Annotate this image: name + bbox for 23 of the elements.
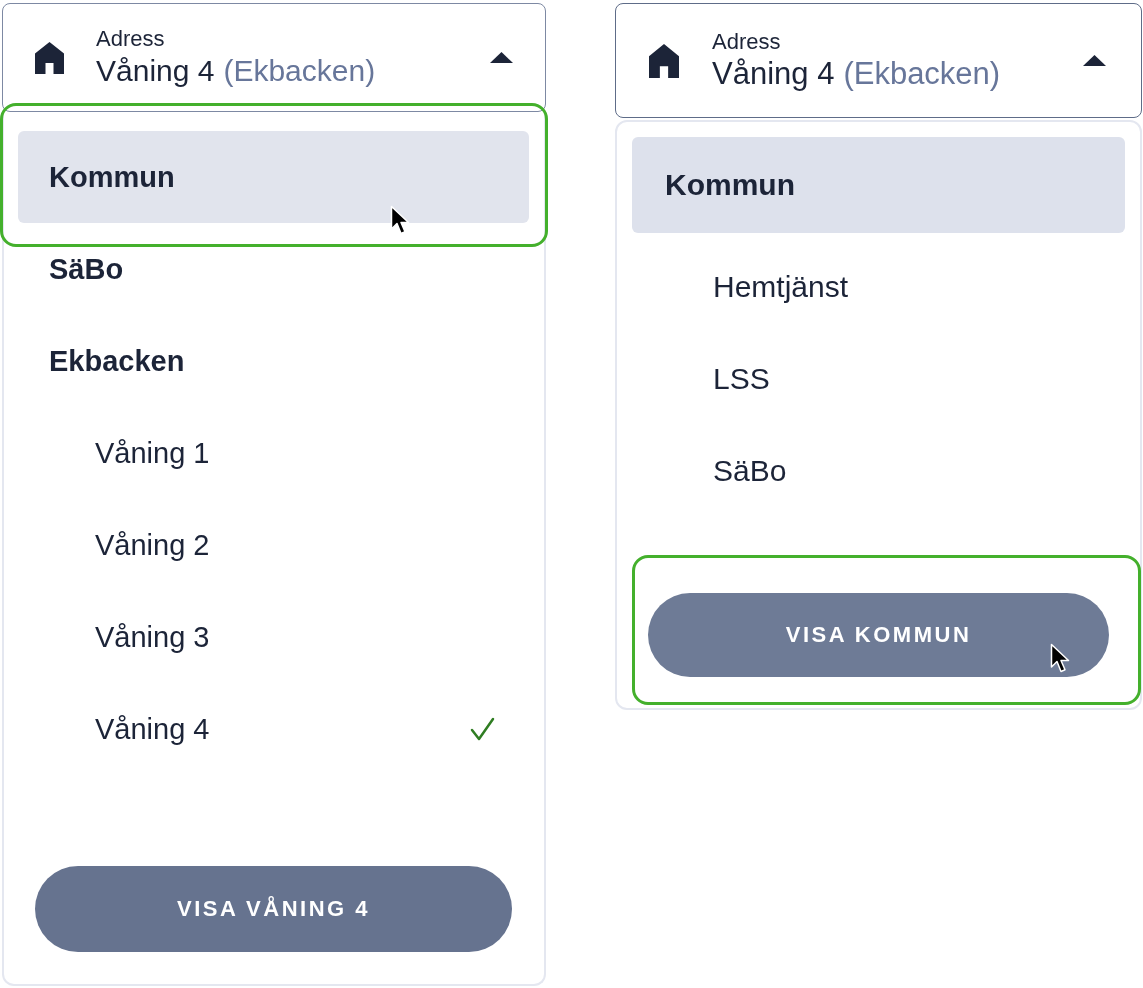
menu-item[interactable]: Hemtjänst bbox=[632, 241, 1125, 333]
menu-item[interactable]: Kommun bbox=[632, 137, 1125, 233]
menu-item[interactable]: Kommun bbox=[18, 131, 529, 223]
menu-item[interactable]: Våning 3 bbox=[18, 591, 529, 683]
menu-item[interactable]: SäBo bbox=[632, 425, 1125, 517]
address-dropdown[interactable]: Adress Våning 4 (Ekbacken) bbox=[2, 3, 546, 112]
selected-value: Våning 4 bbox=[712, 54, 835, 93]
menu-item[interactable]: Våning 2 bbox=[18, 499, 529, 591]
home-icon bbox=[649, 43, 679, 78]
home-icon bbox=[35, 41, 64, 74]
selected-value: Våning 4 bbox=[96, 52, 215, 89]
field-label: Adress bbox=[712, 28, 781, 55]
menu-item[interactable]: Ekbacken bbox=[18, 315, 529, 407]
address-dropdown[interactable]: Adress Våning 4 (Ekbacken) bbox=[615, 3, 1142, 118]
show-button[interactable]: VISA VÅNING 4 bbox=[35, 866, 512, 952]
parent-location: (Ekbacken) bbox=[843, 54, 1001, 93]
menu-item[interactable]: SäBo bbox=[18, 223, 529, 315]
parent-location: (Ekbacken) bbox=[223, 52, 376, 89]
menu-item[interactable]: LSS bbox=[632, 333, 1125, 425]
field-label: Adress bbox=[96, 25, 165, 52]
menu-item[interactable]: Våning 1 bbox=[18, 407, 529, 499]
menu-item[interactable]: Våning 4 bbox=[18, 683, 529, 775]
show-button[interactable]: VISA KOMMUN bbox=[648, 593, 1109, 677]
